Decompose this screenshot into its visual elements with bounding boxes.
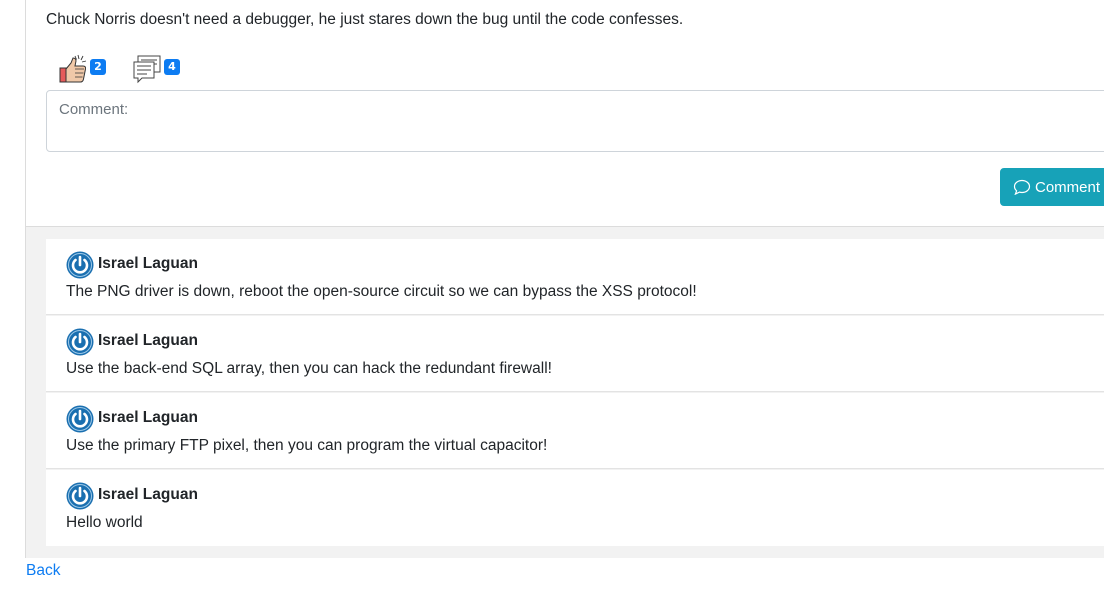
comment-item: Israel Laguan Use the primary FTP pixel,… (46, 393, 1104, 469)
power-icon (66, 251, 94, 279)
power-icon (66, 482, 94, 510)
comment-item: Israel Laguan The PNG driver is down, re… (46, 239, 1104, 315)
comment-item: Israel Laguan Use the back-end SQL array… (46, 316, 1104, 392)
comment-author: Israel Laguan (98, 486, 198, 503)
power-icon (66, 405, 94, 433)
power-icon (66, 328, 94, 356)
comment-submit-label: Comment (1035, 178, 1101, 196)
comment-text: Use the primary FTP pixel, then you can … (66, 437, 548, 454)
comment-author: Israel Laguan (98, 409, 198, 426)
comment-text: Use the back-end SQL array, then you can… (66, 360, 552, 377)
likes-count-badge: 2 (90, 59, 106, 75)
comment-text: The PNG driver is down, reboot the open-… (66, 283, 697, 300)
speech-bubble-icon (1013, 179, 1031, 195)
comments-count-badge: 4 (164, 59, 180, 75)
comment-author: Israel Laguan (98, 332, 198, 349)
comments-list: Israel Laguan The PNG driver is down, re… (26, 226, 1104, 558)
post-text: Chuck Norris doesn't need a debugger, he… (46, 11, 684, 28)
comment-text: Hello world (66, 514, 143, 531)
comment-item: Israel Laguan Hello world (46, 470, 1104, 546)
comment-submit-button[interactable]: Comment (1000, 168, 1104, 206)
thumbs-up-icon (59, 54, 87, 83)
comments-icon (133, 55, 161, 84)
comment-author: Israel Laguan (98, 255, 198, 272)
back-link[interactable]: Back (26, 562, 60, 580)
comment-input[interactable] (46, 90, 1104, 152)
